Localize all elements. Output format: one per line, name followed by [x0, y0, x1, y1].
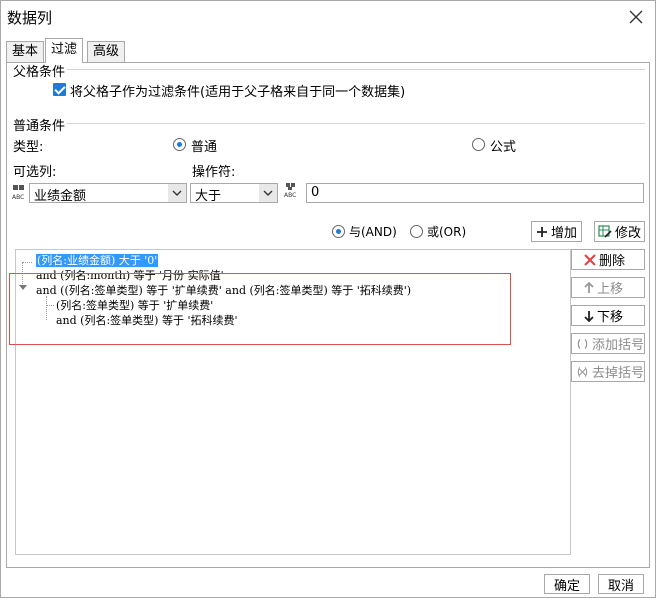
arrow-up-icon	[584, 281, 594, 293]
tree-row-text: and (列名:签单类型) 等于 '拓科续费'	[56, 314, 238, 327]
group-divider	[67, 123, 645, 124]
column-select[interactable]: 业绩金额	[29, 183, 187, 204]
close-button[interactable]	[625, 6, 647, 28]
operator-label: 操作符:	[192, 165, 236, 180]
remove-brackets-icon	[577, 366, 588, 377]
tree-row-text: (列名:业绩金额) 大于 '0'	[36, 254, 159, 267]
title-bar: 数据列	[1, 1, 655, 34]
add-bracket-button[interactable]: 添加括号	[571, 333, 645, 354]
tree-line	[22, 262, 32, 263]
tab-filter[interactable]: 过滤	[45, 38, 84, 63]
filter-panel: 父格条件 将父格子作为过滤条件(适用于父子格来自于同一个数据集) 普通条件 类型…	[6, 62, 650, 568]
tree-row[interactable]: (列名:业绩金额) 大于 '0'	[36, 252, 159, 268]
column-select-value: 业绩金额	[34, 189, 87, 204]
or-radio[interactable]	[410, 225, 423, 238]
delete-button[interactable]: 删除	[571, 249, 645, 270]
add-button-label: 增加	[550, 226, 577, 241]
type-label: 类型:	[13, 140, 44, 155]
expand-arrow-icon[interactable]	[19, 285, 27, 291]
close-icon	[629, 10, 643, 24]
tab-basic[interactable]: 基本	[6, 41, 45, 62]
move-down-button[interactable]: 下移	[571, 305, 645, 326]
tree-line	[46, 296, 47, 320]
tree-row[interactable]: (列名:签单类型) 等于 '扩单续费'	[56, 297, 213, 313]
modify-button[interactable]: 修改	[594, 221, 645, 242]
cancel-button[interactable]: 取消	[598, 574, 644, 594]
type-formula-radio[interactable]	[472, 138, 485, 151]
edit-grid-icon	[598, 224, 612, 238]
parent-filter-checkbox[interactable]	[53, 83, 66, 96]
parent-conditions-label: 父格条件	[13, 65, 66, 80]
type-normal-label: 普通	[191, 140, 218, 155]
tree-line	[46, 305, 54, 306]
move-up-button[interactable]: 上移	[571, 277, 645, 298]
column-label: 可选列:	[13, 165, 57, 180]
normal-conditions-label: 普通条件	[13, 119, 66, 134]
brackets-icon	[577, 338, 588, 349]
chevron-down-icon	[172, 190, 182, 196]
move-up-button-label: 上移	[597, 282, 624, 297]
column-select-dropdown[interactable]	[168, 184, 186, 202]
svg-text:ABC: ABC	[284, 192, 296, 199]
value-input[interactable]: 0	[306, 183, 644, 203]
add-bracket-button-label: 添加括号	[591, 338, 644, 353]
delete-button-label: 删除	[599, 254, 626, 269]
ok-button[interactable]: 确定	[544, 574, 590, 594]
arrow-down-icon	[584, 310, 594, 322]
tree-row[interactable]: and ((列名:签单类型) 等于 '扩单续费' and (列名:签单类型) 等…	[36, 282, 411, 298]
tree-row-text: and ((列名:签单类型) 等于 '扩单续费' and (列名:签单类型) 等…	[36, 284, 412, 297]
type-formula-label: 公式	[490, 140, 517, 155]
operator-select[interactable]: 大于	[190, 183, 278, 204]
tree-row-text: (列名:签单类型) 等于 '扩单续费'	[56, 299, 214, 312]
and-label: 与(AND)	[349, 225, 397, 239]
move-down-button-label: 下移	[597, 310, 624, 325]
tree-row[interactable]: and (列名:month) 等于 '月份 实际值'	[36, 267, 224, 283]
remove-bracket-button[interactable]: 去掉括号	[571, 361, 645, 382]
and-radio[interactable]	[332, 225, 345, 238]
type-normal-radio[interactable]	[173, 138, 186, 151]
tree-row-text: and (列名:month) 等于 '月份 实际值'	[36, 269, 224, 282]
tab-advanced[interactable]: 高级	[87, 41, 126, 62]
add-button[interactable]: 增加	[531, 221, 582, 242]
operator-select-value: 大于	[195, 189, 222, 204]
window-title: 数据列	[7, 9, 53, 27]
data-column-dialog: 数据列 基本 过滤 高级 父格条件 将父格子作为过滤条件(适用于父子格来自于同一…	[0, 0, 656, 598]
tree-row[interactable]: and (列名:签单类型) 等于 '拓科续费'	[56, 312, 238, 328]
chevron-down-icon	[263, 190, 273, 196]
value-input-text: 0	[311, 185, 320, 200]
svg-text:ABC: ABC	[12, 194, 24, 201]
abc-value-icon[interactable]: ABC	[284, 181, 304, 199]
group-divider	[67, 69, 645, 70]
modify-button-label: 修改	[614, 226, 641, 241]
plus-icon	[536, 226, 547, 237]
operator-select-dropdown[interactable]	[259, 184, 277, 202]
condition-tree[interactable]: (列名:业绩金额) 大于 '0' and (列名:month) 等于 '月份 实…	[15, 249, 571, 555]
remove-bracket-button-label: 去掉括号	[591, 366, 644, 381]
delete-x-icon	[584, 253, 596, 266]
or-label: 或(OR)	[427, 225, 467, 239]
parent-filter-checkbox-label: 将父格子作为过滤条件(适用于父子格来自于同一个数据集)	[70, 85, 406, 100]
